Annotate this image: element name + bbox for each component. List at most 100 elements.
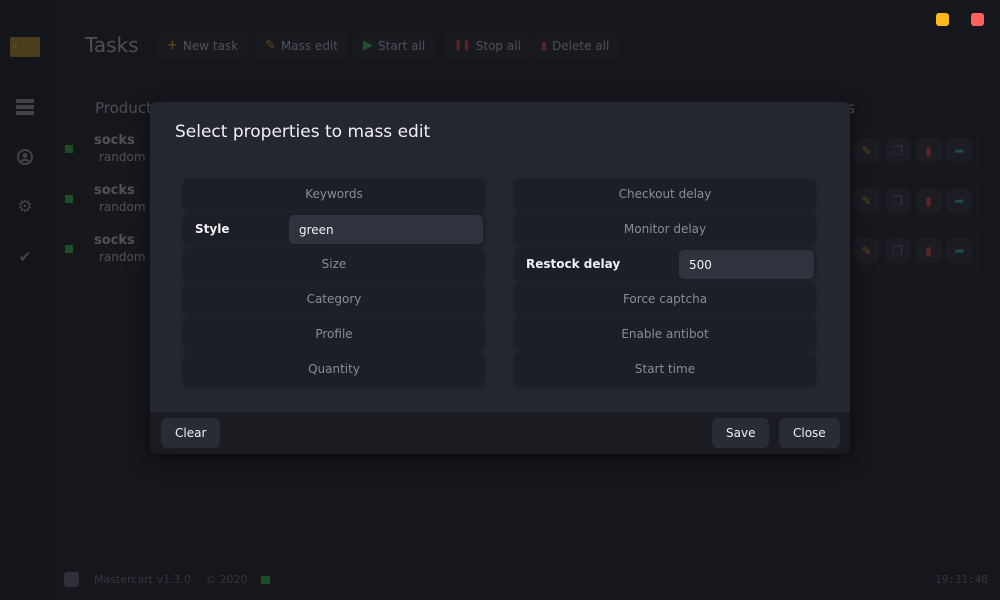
field-restock-delay[interactable]: Restock delay	[514, 248, 816, 280]
duplicate-task-button[interactable]: ❐	[885, 188, 910, 213]
pause-icon: ❚❚	[454, 40, 471, 51]
start-all-button[interactable]: ▶ Start all	[353, 31, 436, 60]
file-export-icon: ➦	[954, 243, 965, 258]
status-indicator	[65, 195, 73, 203]
copy-icon: ❐	[892, 193, 903, 208]
field-label: Profile	[315, 327, 353, 341]
duplicate-task-button[interactable]: ❐	[885, 238, 910, 263]
card-logo-icon	[10, 37, 40, 57]
save-button[interactable]: Save	[712, 418, 770, 448]
pencil-icon: ✎	[861, 143, 872, 158]
clear-button[interactable]: Clear	[161, 418, 221, 448]
mass-edit-label: Mass edit	[280, 38, 338, 53]
row-actions: ✎ ❐ ▮ ➦	[854, 138, 972, 163]
delete-task-button[interactable]: ▮	[916, 138, 941, 163]
field-label: Start time	[634, 362, 696, 376]
edit-task-button[interactable]: ✎	[854, 138, 879, 163]
stop-all-button[interactable]: ❚❚ Stop all	[444, 31, 531, 60]
double-check-icon: ✔	[18, 248, 32, 266]
field-size[interactable]: Size	[183, 248, 485, 280]
status-indicator	[65, 145, 73, 153]
trash-icon: ▮	[541, 39, 548, 52]
field-label: Keywords	[305, 187, 363, 201]
field-checkout-delay[interactable]: Checkout delay	[514, 178, 816, 210]
restock-delay-input[interactable]	[679, 250, 814, 279]
product-name: socks	[94, 133, 135, 148]
play-icon: ▶	[363, 38, 373, 53]
edit-task-button[interactable]: ✎	[854, 238, 879, 263]
field-keywords[interactable]: Keywords	[183, 178, 485, 210]
field-quantity[interactable]: Quantity	[183, 353, 485, 385]
file-export-icon: ➦	[954, 143, 965, 158]
pencil-icon: ✎	[861, 193, 872, 208]
field-label: Force captcha	[622, 292, 708, 306]
delete-task-button[interactable]: ▮	[916, 188, 941, 213]
gear-icon: ⚙	[17, 197, 33, 217]
trash-icon: ▮	[925, 243, 932, 258]
mass-edit-button[interactable]: ✎ Mass edit	[255, 31, 348, 60]
sidebar-item-profiles[interactable]	[15, 147, 35, 167]
sidebar-item-success[interactable]: ✔	[15, 247, 35, 267]
field-style[interactable]: Style	[183, 213, 485, 245]
export-task-button[interactable]: ➦	[947, 238, 972, 263]
sidebar: ⚙ ✔	[0, 0, 50, 600]
field-force-captcha[interactable]: Force captcha	[514, 283, 816, 315]
version-text: Mastercart v1.3.0	[94, 573, 191, 586]
field-category[interactable]: Category	[183, 283, 485, 315]
export-task-button[interactable]: ➦	[947, 138, 972, 163]
mass-edit-modal: Select properties to mass edit Keywords …	[150, 102, 850, 454]
new-task-label: New task	[182, 38, 239, 53]
style-input[interactable]	[289, 215, 483, 244]
modal-footer: Clear Save Close	[150, 412, 850, 454]
new-task-button[interactable]: + New task	[157, 31, 249, 60]
column-header-product: Product	[95, 99, 152, 117]
product-name: socks	[94, 183, 135, 198]
field-start-time[interactable]: Start time	[514, 353, 816, 385]
delete-task-button[interactable]: ▮	[916, 238, 941, 263]
export-task-button[interactable]: ➦	[947, 188, 972, 213]
sidebar-item-tasks[interactable]	[15, 97, 35, 117]
field-label: Restock delay	[526, 257, 621, 271]
field-label: Enable antibot	[621, 327, 709, 341]
server-stack-icon	[16, 99, 34, 115]
field-label: Size	[321, 257, 347, 271]
copyright-text: © 2020	[205, 573, 248, 586]
trash-icon: ▮	[925, 193, 932, 208]
page-title: Tasks	[85, 33, 139, 57]
copy-icon: ❐	[892, 243, 903, 258]
row-actions: ✎ ❐ ▮ ➦	[854, 238, 972, 263]
product-size: random	[99, 150, 146, 164]
status-indicator	[65, 245, 73, 253]
field-label: Style	[195, 222, 230, 236]
plus-icon: +	[167, 38, 178, 53]
copy-icon: ❐	[892, 143, 903, 158]
pencil-icon: ✎	[861, 243, 872, 258]
product-size: random	[99, 200, 146, 214]
product-name: socks	[94, 233, 135, 248]
file-export-icon: ➦	[954, 193, 965, 208]
pencil-icon: ✎	[265, 38, 276, 53]
field-enable-antibot[interactable]: Enable antibot	[514, 318, 816, 350]
discord-icon[interactable]	[64, 572, 79, 587]
delete-all-label: Delete all	[552, 38, 610, 53]
field-label: Checkout delay	[618, 187, 712, 201]
modal-title: Select properties to mass edit	[175, 122, 431, 142]
minimize-button[interactable]	[936, 13, 949, 26]
clock: 19:31:48	[935, 573, 988, 586]
field-profile[interactable]: Profile	[183, 318, 485, 350]
sidebar-item-settings[interactable]: ⚙	[15, 197, 35, 217]
edit-task-button[interactable]: ✎	[854, 188, 879, 213]
start-all-label: Start all	[378, 38, 426, 53]
duplicate-task-button[interactable]: ❐	[885, 138, 910, 163]
field-label: Quantity	[308, 362, 360, 376]
stop-all-label: Stop all	[475, 38, 521, 53]
app-window: ⚙ ✔ Tasks + New task ✎ Mass edit ▶ Start…	[0, 0, 1000, 600]
delete-all-button[interactable]: ▮ Delete all	[531, 31, 620, 60]
field-monitor-delay[interactable]: Monitor delay	[514, 213, 816, 245]
user-circle-icon	[17, 149, 33, 165]
row-actions: ✎ ❐ ▮ ➦	[854, 188, 972, 213]
product-size: random	[99, 250, 146, 264]
close-button[interactable]: Close	[779, 418, 840, 448]
close-window-button[interactable]	[971, 13, 984, 26]
field-label: Category	[306, 292, 362, 306]
